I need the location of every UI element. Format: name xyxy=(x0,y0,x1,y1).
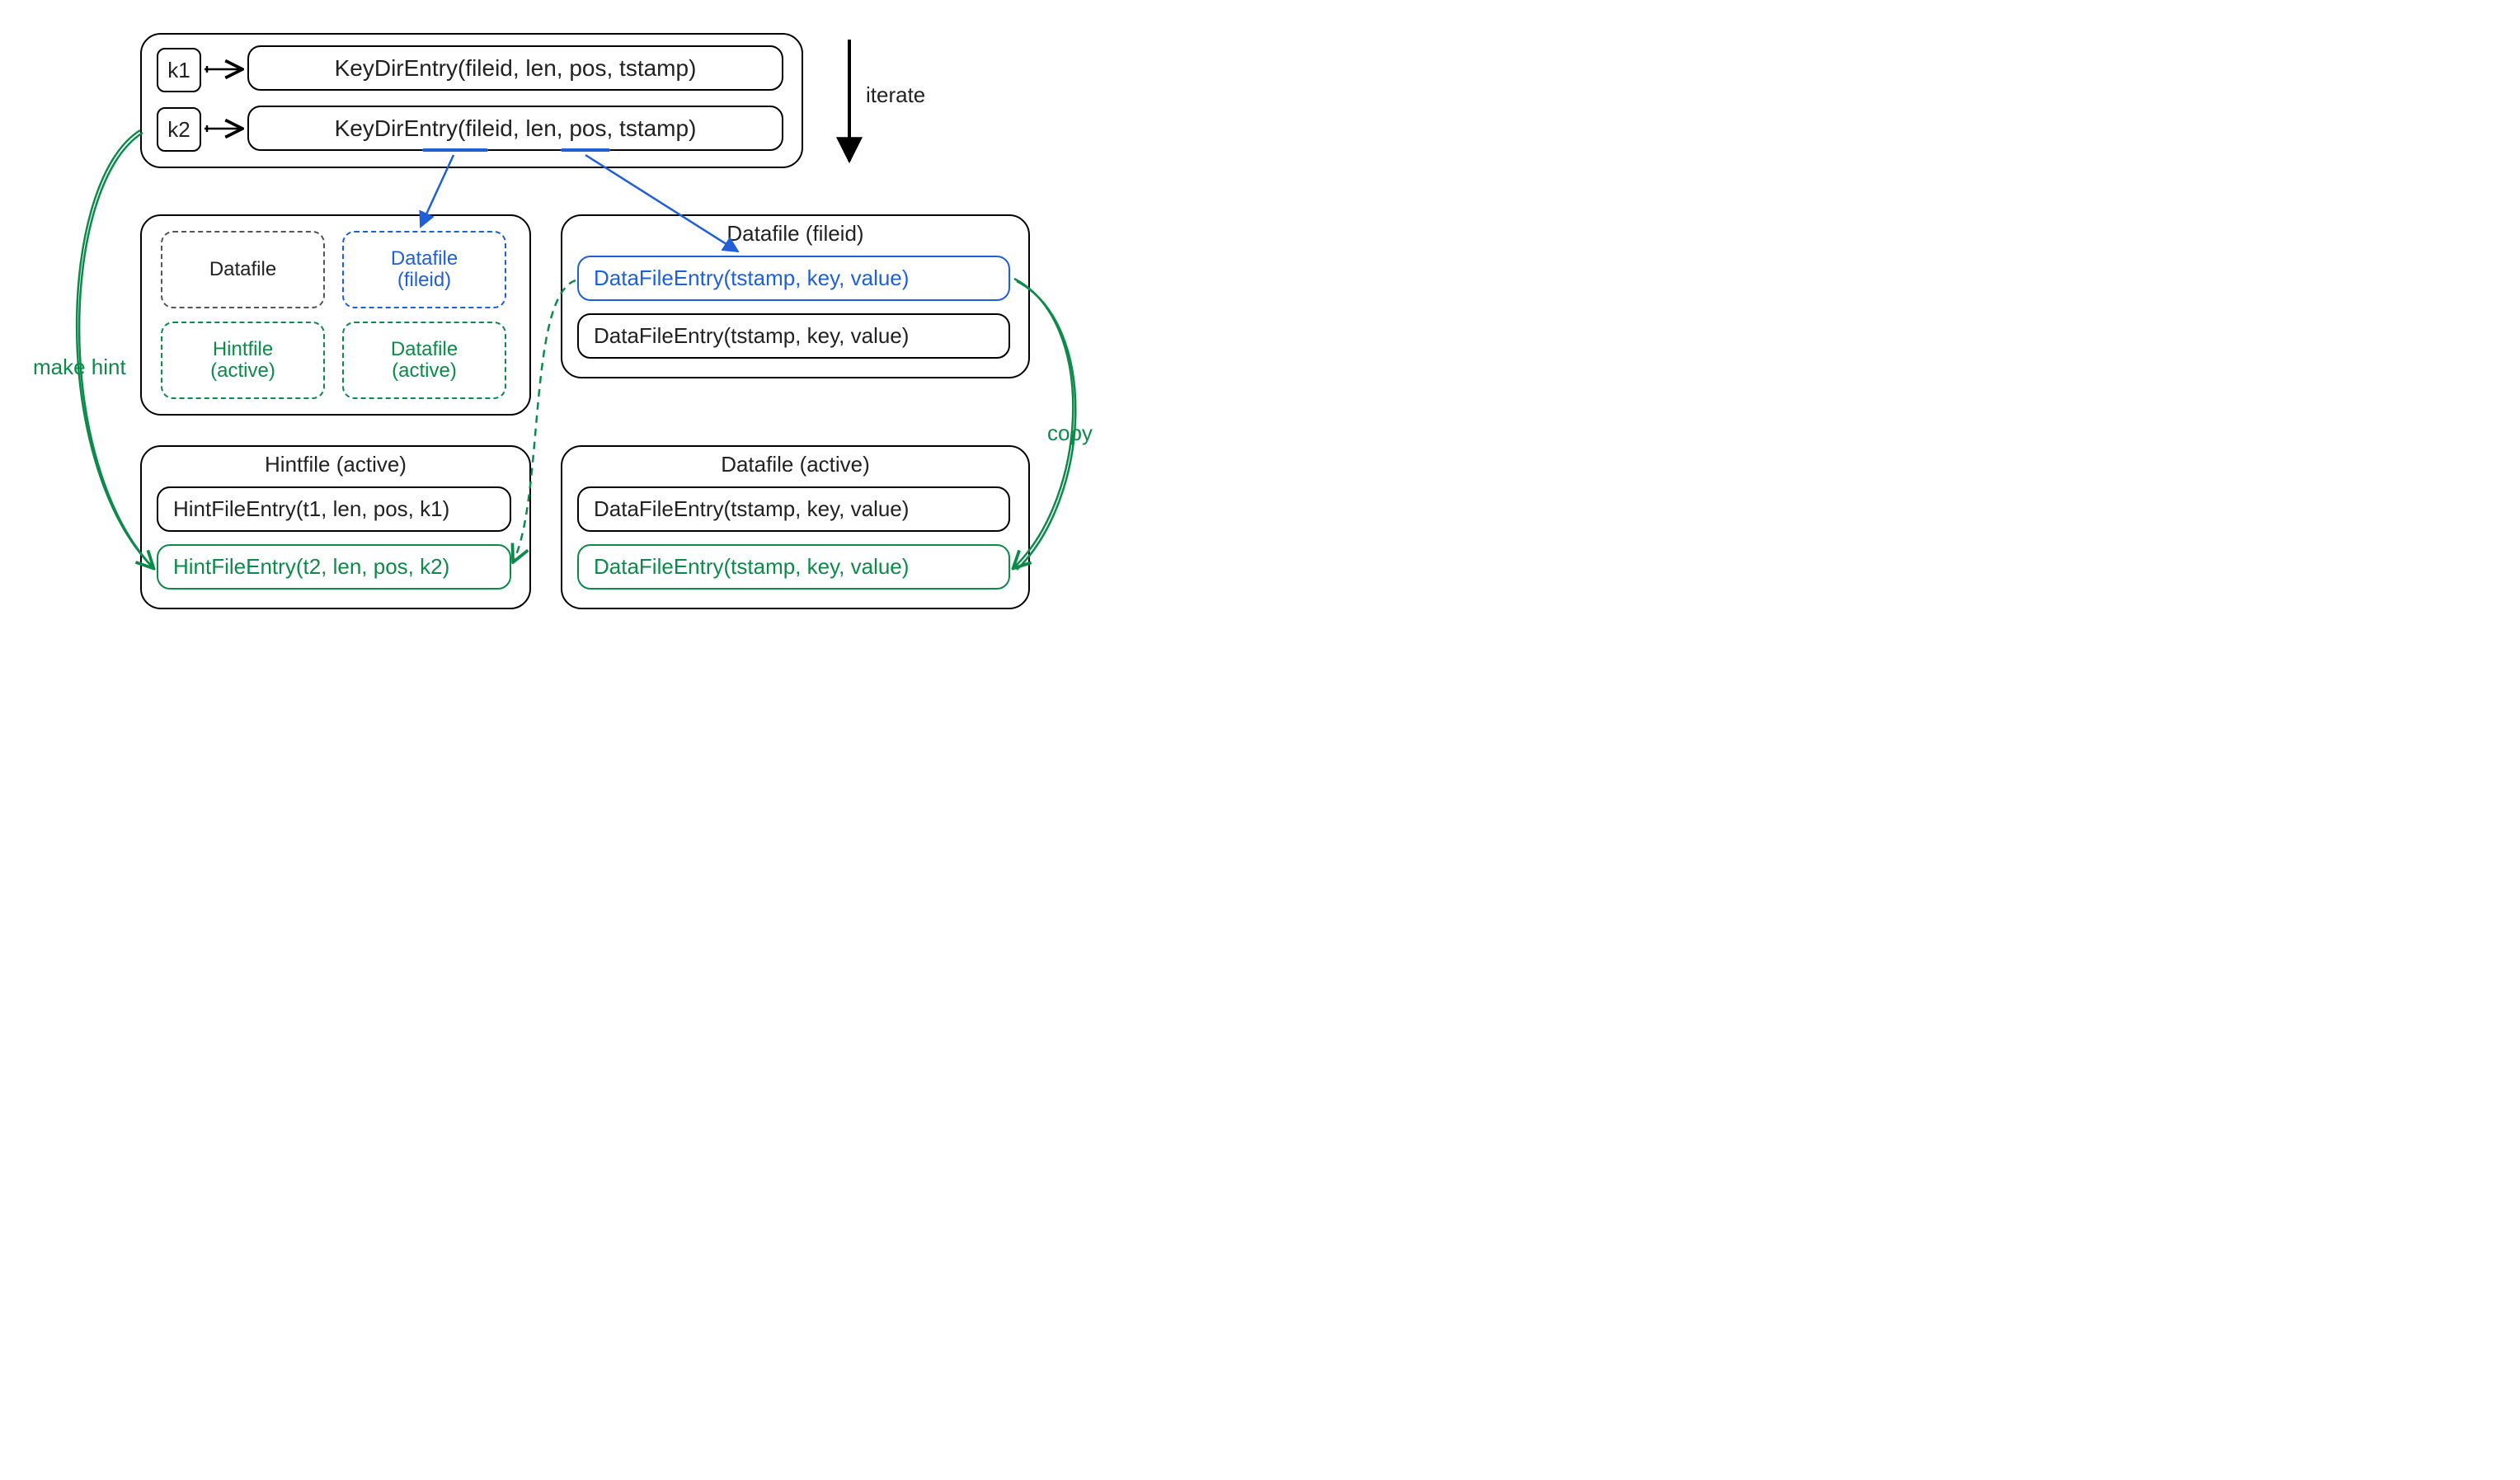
diagram-canvas: k1 KeyDirEntry(fileid, len, pos, tstamp)… xyxy=(33,33,1220,660)
grid-datafile-active: Datafile (active) xyxy=(342,322,506,399)
grid-datafile: Datafile xyxy=(161,231,325,308)
grid-hintfile-active: Hintfile (active) xyxy=(161,322,325,399)
datafile-fileid-title: Datafile (fileid) xyxy=(562,221,1028,247)
keydir-entry-2: KeyDirEntry(fileid, len, pos, tstamp) xyxy=(247,106,783,151)
hintfile-active-title: Hintfile (active) xyxy=(142,452,529,477)
key-k2: k2 xyxy=(157,107,201,152)
copy-label: copy xyxy=(1047,421,1093,446)
make-hint-label: make hint xyxy=(33,355,126,380)
key-k1: k1 xyxy=(157,48,201,92)
datafile-active-entry-1: DataFileEntry(tstamp, key, value) xyxy=(577,486,1010,532)
iterate-label: iterate xyxy=(866,82,925,108)
datafile-fileid-entry-1: DataFileEntry(tstamp, key, value) xyxy=(577,256,1010,301)
datafile-active-title: Datafile (active) xyxy=(562,452,1028,477)
keydir-entry-1: KeyDirEntry(fileid, len, pos, tstamp) xyxy=(247,45,783,91)
hintfile-entry-1: HintFileEntry(t1, len, pos, k1) xyxy=(157,486,511,532)
underline-pos xyxy=(561,148,610,152)
datafile-active-entry-2: DataFileEntry(tstamp, key, value) xyxy=(577,544,1010,590)
grid-datafile-fileid: Datafile (fileid) xyxy=(342,231,506,308)
datafile-fileid-entry-2: DataFileEntry(tstamp, key, value) xyxy=(577,313,1010,359)
underline-fileid xyxy=(422,148,488,152)
hintfile-entry-2: HintFileEntry(t2, len, pos, k2) xyxy=(157,544,511,590)
